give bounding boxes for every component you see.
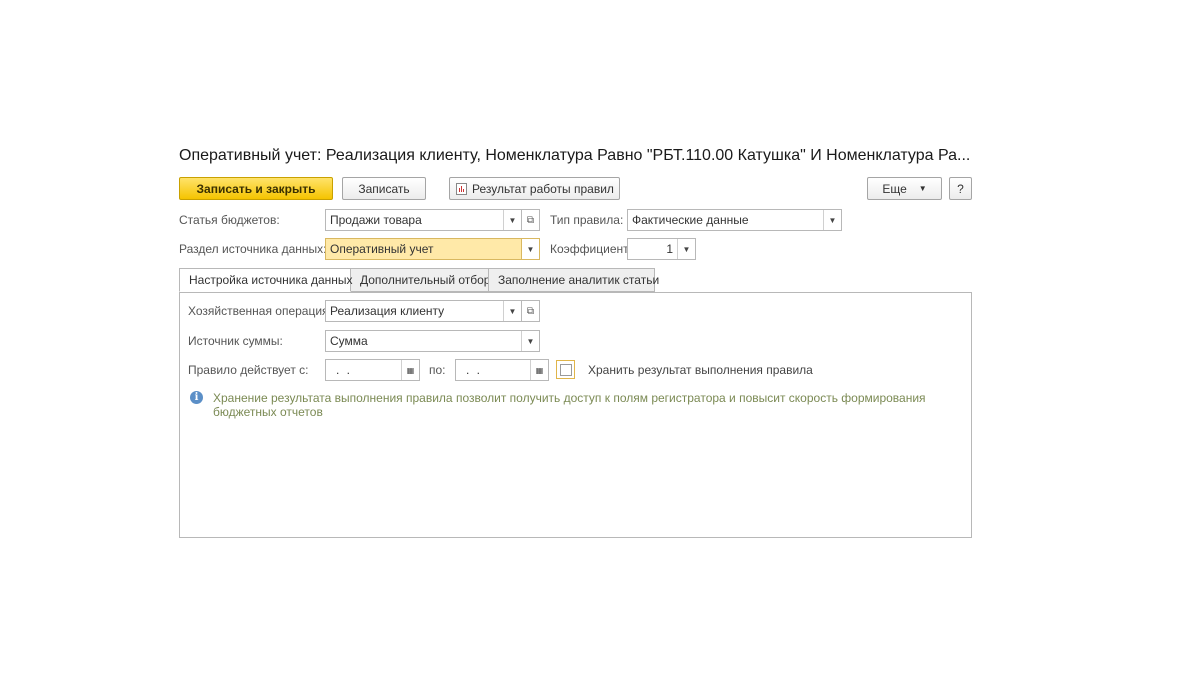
chevron-down-icon[interactable]: ▼	[521, 331, 539, 351]
coefficient-label: Коэффициент:	[550, 242, 632, 256]
save-and-close-button[interactable]: Записать и закрыть	[179, 177, 333, 200]
help-button[interactable]: ?	[949, 177, 972, 200]
rule-valid-from-field[interactable]: . . ▦	[325, 359, 420, 381]
data-source-section-label: Раздел источника данных:	[179, 242, 327, 256]
business-operation-label: Хозяйственная операция:	[188, 304, 332, 318]
chevron-down-icon[interactable]: ▼	[503, 210, 521, 230]
checkbox-box	[559, 363, 572, 376]
report-icon	[456, 182, 467, 195]
open-form-icon[interactable]: ⧉	[522, 209, 540, 231]
info-text: Хранение результата выполнения правила п…	[213, 391, 926, 419]
rule-type-label: Тип правила:	[550, 213, 624, 227]
amount-source-value: Сумма	[330, 334, 368, 348]
coefficient-value: 1	[666, 242, 673, 256]
rule-valid-to-value: . .	[466, 363, 483, 377]
rule-type-value: Фактические данные	[632, 213, 749, 227]
business-operation-field[interactable]: Реализация клиенту ▼	[325, 300, 522, 322]
budget-article-value: Продажи товара	[330, 213, 422, 227]
store-result-label: Хранить результат выполнения правила	[588, 363, 813, 377]
amount-source-label: Источник суммы:	[188, 334, 283, 348]
store-result-checkbox[interactable]	[556, 360, 575, 379]
data-source-section-value: Оперативный учет	[330, 242, 434, 256]
form-title: Оперативный учет: Реализация клиенту, Но…	[179, 147, 971, 164]
calendar-icon[interactable]: ▦	[401, 360, 419, 380]
rules-result-label: Результат работы правил	[472, 181, 614, 196]
open-form-icon[interactable]: ⧉	[522, 300, 540, 322]
tab-article-analytics[interactable]: Заполнение аналитик статьи	[488, 268, 659, 292]
budget-article-field[interactable]: Продажи товара ▼	[325, 209, 522, 231]
data-source-section-field[interactable]: Оперативный учет ▼	[325, 238, 540, 260]
business-operation-value: Реализация клиенту	[330, 304, 445, 318]
calendar-icon[interactable]: ▦	[530, 360, 548, 380]
rule-valid-to-field[interactable]: . . ▦	[455, 359, 549, 381]
more-button[interactable]: Еще ▼	[867, 177, 942, 200]
chevron-down-icon[interactable]: ▼	[521, 239, 539, 259]
budget-article-label: Статья бюджетов:	[179, 213, 280, 227]
chevron-down-icon[interactable]: ▼	[823, 210, 841, 230]
rule-type-field[interactable]: Фактические данные ▼	[627, 209, 842, 231]
chevron-down-icon: ▼	[918, 184, 927, 193]
amount-source-field[interactable]: Сумма ▼	[325, 330, 540, 352]
info-icon: i	[190, 391, 203, 404]
rule-valid-from-value: . .	[336, 363, 353, 377]
chevron-down-icon[interactable]: ▼	[677, 239, 695, 259]
rule-valid-to-label: по:	[429, 363, 446, 377]
save-button[interactable]: Записать	[342, 177, 426, 200]
tab-additional-filter[interactable]: Дополнительный отбор	[350, 268, 490, 292]
rules-result-button[interactable]: Результат работы правил	[449, 177, 620, 200]
tab-source-settings[interactable]: Настройка источника данных	[179, 268, 353, 292]
chevron-down-icon[interactable]: ▼	[503, 301, 521, 321]
rule-valid-from-label: Правило действует с:	[188, 363, 309, 377]
more-label: Еще	[882, 181, 907, 196]
coefficient-field[interactable]: 1 ▼	[627, 238, 696, 260]
